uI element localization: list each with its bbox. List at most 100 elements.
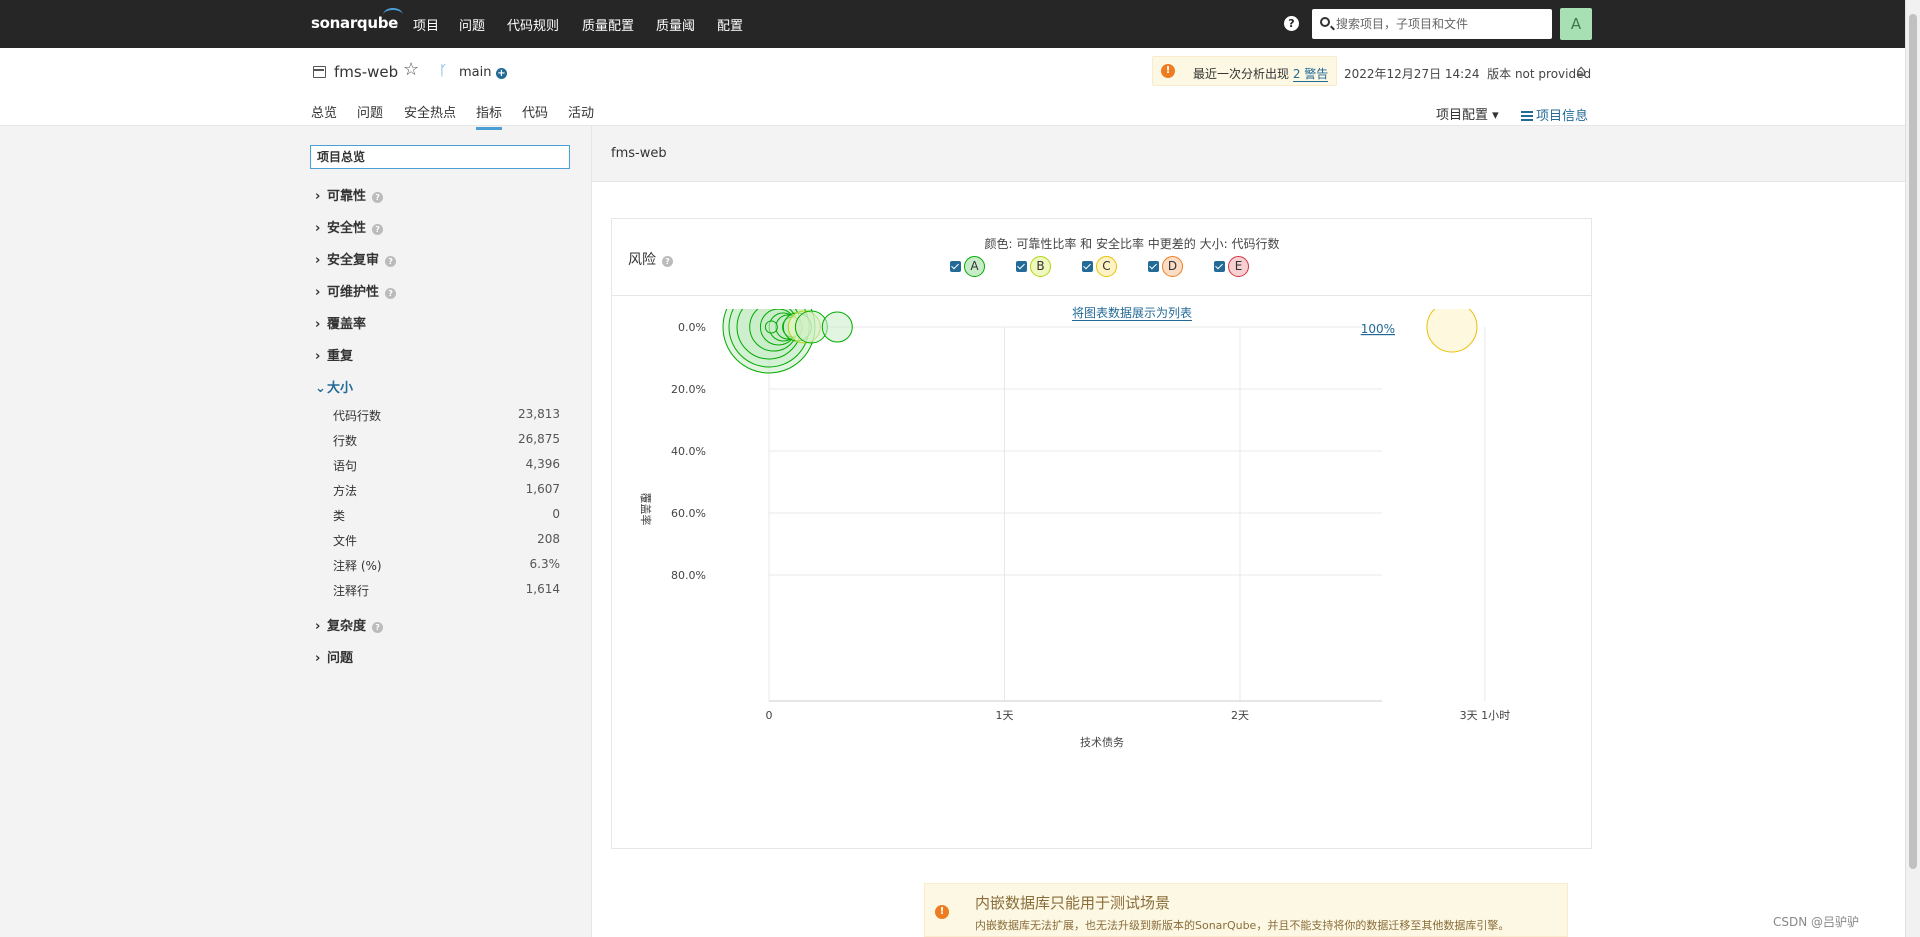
checkbox[interactable] — [1148, 261, 1159, 272]
project-overview-item[interactable]: 项目总览 — [310, 145, 570, 169]
category-security[interactable]: › 安全性? — [315, 217, 384, 236]
warning-icon: ! — [935, 905, 949, 919]
branch-icon: ᚴ — [439, 63, 448, 79]
y-tick-label: 80.0% — [671, 569, 706, 582]
help-icon[interactable]: ? — [385, 256, 397, 267]
y-tick-label: 20.0% — [671, 383, 706, 396]
x-tick-label: 3天 1小时 — [1460, 709, 1511, 722]
project-config-menu[interactable]: 项目配置 ▾ — [1436, 104, 1499, 123]
chevron-right-icon: › — [315, 619, 321, 634]
metric-lines[interactable]: 行数 26,875 — [333, 432, 570, 449]
metric-statements[interactable]: 语句 4,396 — [333, 457, 570, 474]
nav-administration[interactable]: 配置 — [717, 15, 743, 34]
sonarqube-logo[interactable]: sonarqube — [311, 8, 403, 32]
zoom-reset-link[interactable]: 100% — [1361, 322, 1395, 336]
rating-a-circle: A — [964, 256, 985, 277]
chevron-right-icon: › — [315, 349, 321, 364]
chevron-right-icon: › — [315, 285, 321, 300]
bubble-point[interactable] — [1426, 309, 1478, 353]
tab-security-hotspots[interactable]: 安全热点 — [404, 102, 456, 121]
rating-e-circle: E — [1228, 256, 1249, 277]
checkbox[interactable] — [1016, 261, 1027, 272]
risk-chart-panel: 风险? 颜色: 可靠性比率 和 安全比率 中更差的 大小: 代码行数 A B C… — [611, 218, 1592, 849]
help-icon[interactable]: ? — [662, 256, 673, 267]
category-duplications[interactable]: › 重复 — [315, 345, 353, 364]
help-icon[interactable]: ? — [372, 622, 384, 633]
bubble-point[interactable] — [821, 311, 853, 343]
project-name[interactable]: fms-web — [334, 63, 398, 81]
project-info-link[interactable]: 项目信息 — [1521, 105, 1588, 124]
nav-quality-gates[interactable]: 质量阈 — [656, 15, 695, 34]
warning-text: 最近一次分析出现 — [1193, 67, 1290, 81]
category-maintainability[interactable]: › 可维护性? — [315, 281, 397, 300]
chevron-down-icon: ⌄ — [315, 381, 326, 396]
help-icon[interactable]: ? — [385, 288, 397, 299]
rating-b-circle: B — [1030, 256, 1051, 277]
x-tick-label: 0 — [766, 709, 773, 722]
nav-rules[interactable]: 代码规则 — [507, 15, 559, 34]
nav-issues[interactable]: 问题 — [459, 15, 485, 34]
branch-name[interactable]: main — [459, 65, 491, 80]
breadcrumb-project[interactable]: fms-web — [611, 146, 667, 161]
checkbox[interactable] — [1214, 261, 1225, 272]
search-input[interactable] — [1336, 9, 1548, 39]
bubble-point[interactable] — [764, 320, 778, 334]
nav-projects[interactable]: 项目 — [413, 15, 439, 34]
db-warning-desc: 内嵌数据库无法扩展，也无法升级到新版本的SonarQube，并且不能支持将你的数… — [975, 919, 1510, 932]
embedded-db-warning: ! 内嵌数据库只能用于测试场景 内嵌数据库无法扩展，也无法升级到新版本的Sona… — [924, 883, 1568, 937]
chevron-right-icon: › — [315, 221, 321, 236]
user-avatar[interactable]: A — [1560, 8, 1592, 40]
chevron-right-icon: › — [315, 317, 321, 332]
warning-icon: ! — [1161, 64, 1175, 78]
analysis-date: 2022年12月27日 14:24 — [1344, 67, 1480, 81]
logo-wave-icon — [383, 8, 403, 22]
analysis-warning: ! 最近一次分析出现 2 警告 — [1152, 56, 1337, 86]
divider — [612, 295, 1591, 296]
legend-description: 颜色: 可靠性比率 和 安全比率 中更差的 大小: 代码行数 — [984, 237, 1280, 251]
db-warning-title: 内嵌数据库只能用于测试场景 — [975, 894, 1171, 912]
checkbox[interactable] — [1082, 261, 1093, 272]
category-coverage[interactable]: › 覆盖率 — [315, 313, 366, 332]
nav-quality-profiles[interactable]: 质量配置 — [582, 15, 634, 34]
x-tick-label: 2天 — [1231, 709, 1249, 722]
category-security-review[interactable]: › 安全复审? — [315, 249, 397, 268]
home-icon[interactable]: ⌂ — [1576, 61, 1586, 80]
tab-issues[interactable]: 问题 — [357, 102, 383, 121]
metric-classes[interactable]: 类0 — [333, 507, 570, 524]
page-scrollbar[interactable] — [1905, 0, 1920, 937]
category-issues[interactable]: › 问题 — [315, 647, 353, 666]
category-reliability[interactable]: › 可靠性? — [315, 185, 384, 204]
chevron-right-icon: › — [315, 651, 321, 666]
warning-link[interactable]: 2 警告 — [1292, 67, 1329, 82]
search-icon — [1320, 17, 1330, 27]
top-navbar: sonarqube 项目 问题 代码规则 质量配置 质量阈 配置 ? A — [0, 0, 1905, 48]
tab-measures[interactable]: 指标 — [476, 102, 503, 130]
x-axis-label: 技术债务 — [1080, 735, 1124, 749]
global-search[interactable] — [1312, 9, 1552, 39]
scrollbar-thumb[interactable] — [1909, 14, 1917, 869]
tab-code[interactable]: 代码 — [522, 102, 548, 121]
analysis-meta: 2022年12月27日 14:24 版本 not provided — [1344, 65, 1591, 82]
help-icon[interactable]: ? — [372, 192, 384, 203]
risk-title: 风险? — [628, 249, 673, 269]
y-tick-label: 0.0% — [678, 321, 706, 334]
help-icon[interactable]: ? — [1284, 16, 1299, 31]
list-icon — [1521, 111, 1533, 121]
chevron-right-icon: › — [315, 189, 321, 204]
metric-functions[interactable]: 方法 1,607 — [333, 482, 570, 499]
rating-c-circle: C — [1096, 256, 1117, 277]
tab-overview[interactable]: 总览 — [311, 102, 337, 121]
tab-activity[interactable]: 活动 — [568, 102, 594, 121]
checkbox[interactable] — [950, 261, 961, 272]
branch-plus-icon[interactable]: + — [496, 68, 507, 79]
metric-comment-density[interactable]: 注释 (%) 6.3% — [333, 557, 570, 574]
x-tick-label: 1天 — [996, 709, 1014, 722]
watermark: CSDN @吕驴驴 — [1773, 915, 1860, 929]
category-complexity[interactable]: › 复杂度? — [315, 615, 384, 634]
category-size[interactable]: ⌄大小 — [315, 377, 353, 396]
metric-ncloc[interactable]: 代码行数 23,813 — [333, 407, 570, 424]
help-icon[interactable]: ? — [372, 224, 384, 235]
favorite-star-icon[interactable]: ☆ — [403, 59, 419, 80]
metric-files[interactable]: 文件 208 — [333, 532, 570, 549]
metric-comment-lines[interactable]: 注释行 1,614 — [333, 582, 570, 599]
